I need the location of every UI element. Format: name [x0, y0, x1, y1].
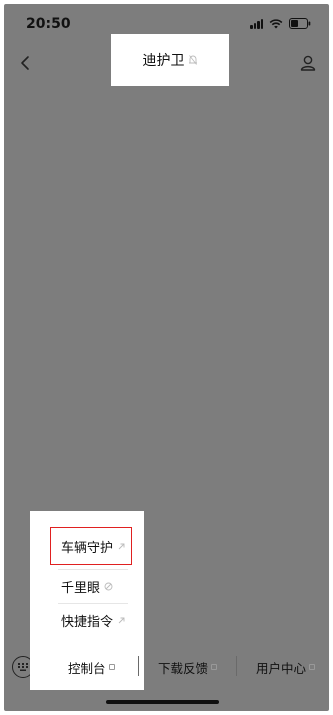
page-title: 迪护卫: [142, 53, 185, 69]
status-time: 20:50: [26, 16, 71, 32]
tab-label: 控制台: [68, 660, 106, 676]
signal-icon: [250, 18, 263, 29]
home-indicator: [106, 700, 219, 704]
menu-item-far-sight[interactable]: 千里眼: [50, 567, 132, 605]
status-icons: [250, 18, 311, 29]
tab-console[interactable]: 控制台: [68, 656, 115, 678]
link-icon: [118, 617, 125, 623]
menu-item-label: 车辆守护: [61, 540, 114, 556]
tab-label: 用户中心: [256, 660, 307, 676]
page-title-area: 迪护卫: [111, 34, 229, 86]
bottom-tab-bar: 控制台 下载反馈 用户中心: [4, 640, 329, 690]
chevron-left-icon: [21, 56, 29, 70]
back-button[interactable]: [12, 50, 38, 76]
link-icon: [118, 543, 125, 549]
menu-icon: [211, 664, 218, 670]
menu-item-label: 快捷指令: [61, 614, 114, 630]
user-button[interactable]: [295, 50, 321, 76]
menu-item-quick-command[interactable]: 快捷指令: [50, 601, 132, 639]
tab-divider: [138, 656, 139, 676]
menu-icon: [108, 664, 115, 670]
app-screen: 20:50 迪护卫 车辆守护 千里眼 快捷指令 控制台 下载反馈 用户中心: [4, 4, 329, 711]
wifi-icon: [269, 18, 283, 29]
keyboard-icon: [18, 663, 28, 671]
eye-icon: [104, 582, 113, 590]
navigation-bar: 迪护卫: [4, 34, 329, 88]
menu-icon: [309, 664, 316, 670]
tab-download-feedback[interactable]: 下载反馈: [158, 656, 218, 678]
menu-item-vehicle-guard[interactable]: 车辆守护: [50, 527, 132, 565]
tab-divider: [236, 656, 237, 676]
battery-icon: [289, 18, 311, 29]
tab-label: 下载反馈: [158, 660, 209, 676]
user-icon: [300, 55, 316, 71]
popup-menu: 车辆守护 千里眼 快捷指令: [30, 511, 144, 651]
tab-user-center[interactable]: 用户中心: [256, 656, 316, 678]
menu-item-label: 千里眼: [61, 580, 101, 596]
bell-icon: [188, 55, 197, 65]
